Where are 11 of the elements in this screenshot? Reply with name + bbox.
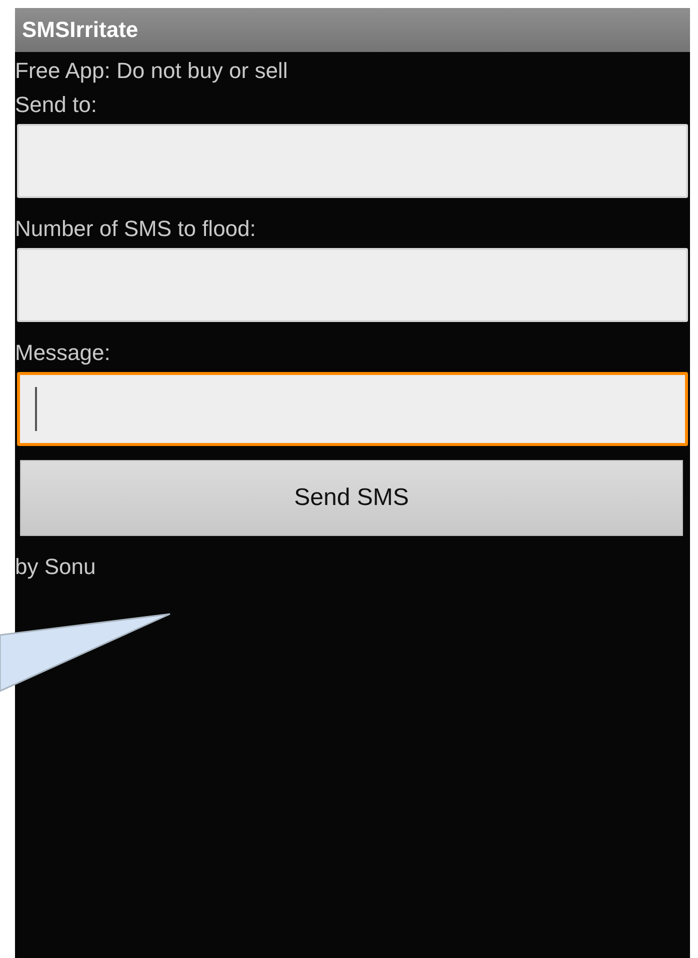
input-field[interactable]	[17, 248, 688, 322]
notice-text: Free App: Do not buy or sell	[15, 57, 288, 85]
field-label: Number of SMS to flood:	[15, 215, 256, 243]
text-cursor	[35, 387, 37, 431]
field-label: Send to:	[15, 91, 97, 119]
input-field[interactable]	[17, 372, 688, 446]
field-label: Message:	[15, 339, 110, 367]
send-button[interactable]: Send SMS	[20, 460, 683, 536]
author-text: by Sonu	[15, 553, 96, 581]
input-field[interactable]	[17, 124, 688, 198]
window-title: SMSIrritate	[22, 17, 138, 43]
